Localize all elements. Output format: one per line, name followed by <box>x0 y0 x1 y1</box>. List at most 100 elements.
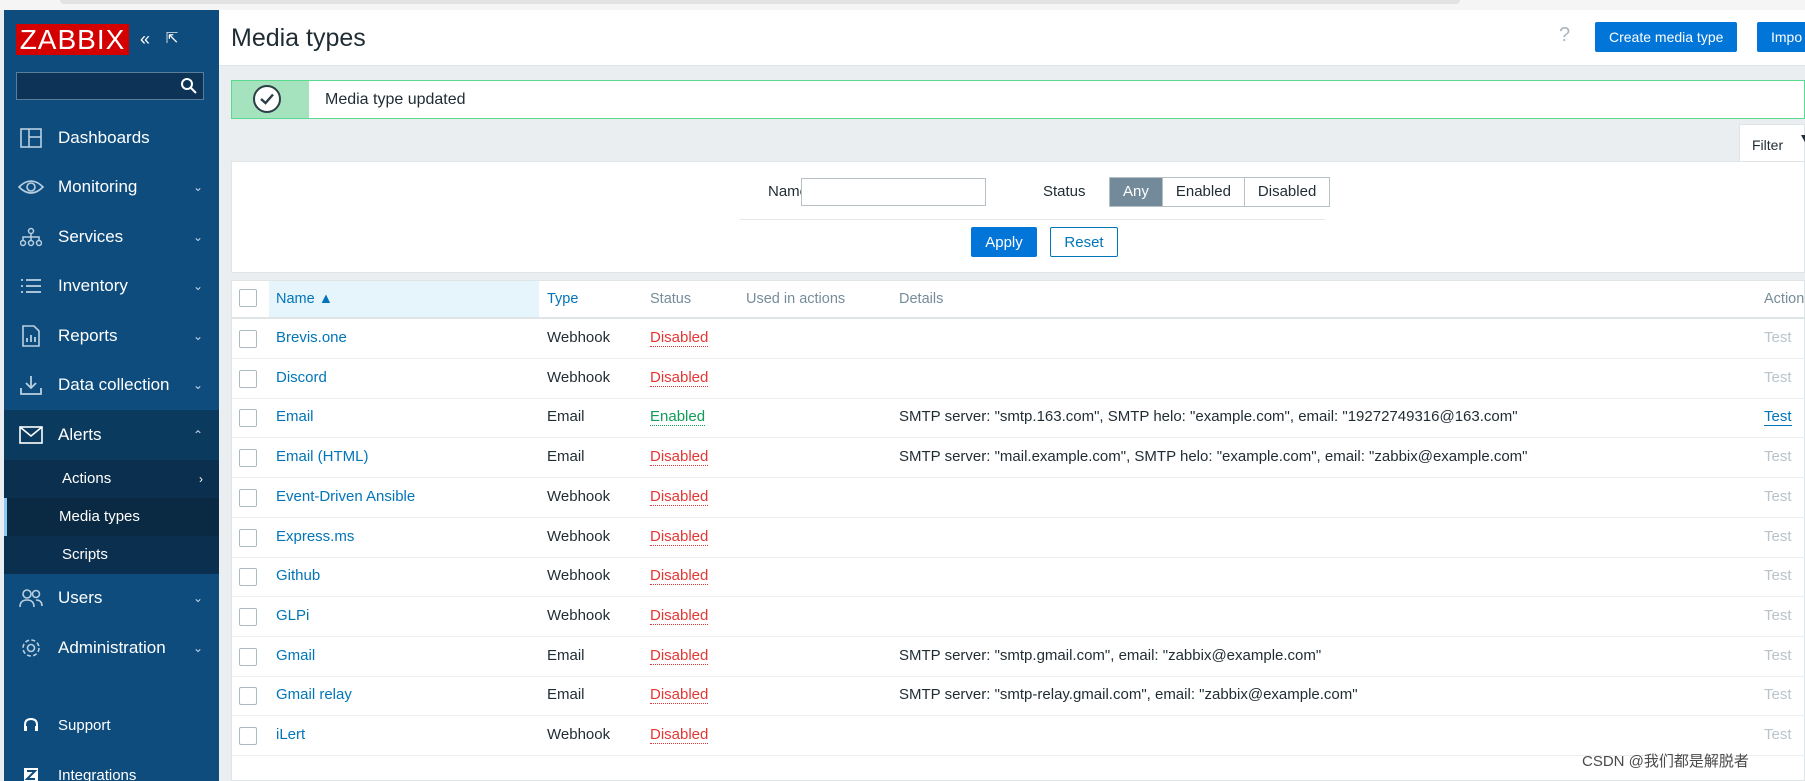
table-row: iLert Webhook Disabled Test <box>232 716 1805 756</box>
row-checkbox[interactable] <box>239 488 257 507</box>
nav-administration[interactable]: Administration ⌄ <box>4 623 219 673</box>
row-checkbox[interactable] <box>239 409 257 428</box>
nav-monitoring[interactable]: Monitoring ⌄ <box>4 163 219 213</box>
search-icon[interactable] <box>180 77 198 95</box>
select-all-checkbox[interactable] <box>239 289 257 307</box>
media-type-type: Email <box>547 408 585 426</box>
status-option-enabled[interactable]: Enabled <box>1161 178 1244 206</box>
filter-name-input[interactable] <box>801 178 986 206</box>
nav-users[interactable]: Users ⌄ <box>4 574 219 624</box>
kiosk-mode-icon[interactable]: ⇱ <box>163 30 181 48</box>
nav-services[interactable]: Services ⌄ <box>4 212 219 262</box>
filter-tab-label: Filter <box>1752 137 1784 153</box>
success-message: Media type updated <box>231 80 1805 119</box>
nav-label: Users <box>58 588 103 608</box>
nav-dashboards[interactable]: Dashboards <box>4 113 219 163</box>
media-type-name-link[interactable]: Github <box>276 567 320 584</box>
subnav-actions[interactable]: Actions › <box>4 460 219 498</box>
media-type-type: Webhook <box>547 567 611 585</box>
row-checkbox[interactable] <box>239 528 257 547</box>
media-type-name-link[interactable]: Event-Driven Ansible <box>276 488 415 505</box>
media-type-name-link[interactable]: Email (HTML) <box>276 448 369 465</box>
reset-button[interactable]: Reset <box>1050 227 1118 257</box>
import-button[interactable]: Impo <box>1757 22 1805 52</box>
media-type-name-link[interactable]: GLPi <box>276 607 309 624</box>
nav-data-collection[interactable]: Data collection ⌄ <box>4 361 219 411</box>
logo-row: ZABBIX « ⇱ <box>16 24 211 58</box>
test-link: Test <box>1764 448 1792 466</box>
column-header-used-in-actions: Used in actions <box>746 291 846 307</box>
status-toggle-link[interactable]: Disabled <box>650 488 709 506</box>
filter-funnel-icon <box>1801 135 1805 144</box>
subnav-media-types[interactable]: Media types <box>4 497 219 536</box>
status-option-disabled[interactable]: Disabled <box>1243 178 1330 206</box>
filter-tab[interactable]: Filter <box>1739 124 1805 162</box>
media-type-name-link[interactable]: Email <box>276 408 314 425</box>
media-type-name-link[interactable]: Gmail relay <box>276 686 352 703</box>
zabbix-logo[interactable]: ZABBIX <box>16 24 129 55</box>
status-toggle-link[interactable]: Disabled <box>650 369 709 387</box>
row-checkbox[interactable] <box>239 727 257 745</box>
media-type-name-link[interactable]: Gmail <box>276 647 315 664</box>
sidebar: ZABBIX « ⇱ Dashboards Monitoring ⌄ Servi… <box>4 10 219 781</box>
table-row: Email Email Enabled SMTP server: "smtp.163.… <box>232 398 1805 439</box>
chevron-down-icon: ⌄ <box>193 229 204 244</box>
status-toggle-link[interactable]: Disabled <box>650 647 709 665</box>
media-type-name-link[interactable]: iLert <box>276 726 305 743</box>
users-icon <box>18 587 44 609</box>
nav-integrations[interactable]: Integrations <box>4 750 219 781</box>
status-toggle-link[interactable]: Disabled <box>650 567 709 586</box>
collapse-sidebar-icon[interactable]: « <box>136 30 154 48</box>
message-text: Media type updated <box>325 91 466 108</box>
row-checkbox[interactable] <box>239 330 257 348</box>
nav-support[interactable]: Support <box>4 700 219 750</box>
status-segmented-control: Any Enabled Disabled <box>1109 177 1331 207</box>
nav-label: Alerts <box>58 424 102 444</box>
status-toggle-link[interactable]: Disabled <box>650 686 709 705</box>
row-checkbox[interactable] <box>239 369 257 388</box>
status-toggle-link[interactable]: Disabled <box>650 329 709 347</box>
nav-reports[interactable]: Reports ⌄ <box>4 311 219 361</box>
table-row: Brevis.one Webhook Disabled Test <box>232 319 1805 359</box>
status-toggle-link[interactable]: Disabled <box>650 607 709 625</box>
row-checkbox[interactable] <box>239 607 257 626</box>
column-header-type[interactable]: Type <box>547 291 578 307</box>
sidebar-search-input[interactable] <box>16 72 204 100</box>
media-type-name-link[interactable]: Brevis.one <box>276 329 347 346</box>
status-option-any[interactable]: Any <box>1110 178 1162 206</box>
status-toggle-link[interactable]: Disabled <box>650 726 709 744</box>
row-checkbox[interactable] <box>239 449 257 468</box>
apply-button[interactable]: Apply <box>971 227 1037 257</box>
integrations-icon <box>18 764 44 781</box>
row-checkbox[interactable] <box>239 687 257 706</box>
media-type-type: Webhook <box>547 527 611 545</box>
help-icon[interactable]: ? <box>1559 24 1570 47</box>
media-type-type: Email <box>547 646 585 664</box>
table-row: GLPi Webhook Disabled Test <box>232 597 1805 637</box>
status-toggle-link[interactable]: Enabled <box>650 408 706 427</box>
test-link: Test <box>1764 646 1792 664</box>
page-title: Media types <box>231 24 366 52</box>
status-toggle-link[interactable]: Disabled <box>650 528 709 546</box>
chevron-down-icon: ⌄ <box>193 378 204 393</box>
main-nav: Dashboards Monitoring ⌄ Services ⌄ Inven… <box>4 113 219 673</box>
subnav-scripts[interactable]: Scripts <box>4 536 219 574</box>
create-media-type-button[interactable]: Create media type <box>1595 22 1738 52</box>
message-icon-box <box>232 81 309 118</box>
media-type-name-link[interactable]: Discord <box>276 369 327 386</box>
test-link: Test <box>1764 368 1792 386</box>
status-toggle-link[interactable]: Disabled <box>650 448 709 467</box>
eye-icon <box>18 176 44 198</box>
nav-alerts[interactable]: Alerts ⌃ <box>4 410 219 460</box>
media-type-name-link[interactable]: Express.ms <box>276 528 354 545</box>
row-checkbox[interactable] <box>239 647 257 666</box>
browser-bar <box>60 0 1460 4</box>
media-type-type: Webhook <box>547 606 611 624</box>
table-row: Event-Driven Ansible Webhook Disabled Test <box>232 478 1805 518</box>
nav-inventory[interactable]: Inventory ⌄ <box>4 262 219 312</box>
test-link[interactable]: Test <box>1764 408 1792 427</box>
column-header-name[interactable]: Name ▲ <box>276 291 333 307</box>
subnav-label: Media types <box>59 508 140 525</box>
row-checkbox[interactable] <box>239 568 257 587</box>
table-row: Gmail Email Disabled SMTP server: "smtp.gma… <box>232 637 1805 677</box>
